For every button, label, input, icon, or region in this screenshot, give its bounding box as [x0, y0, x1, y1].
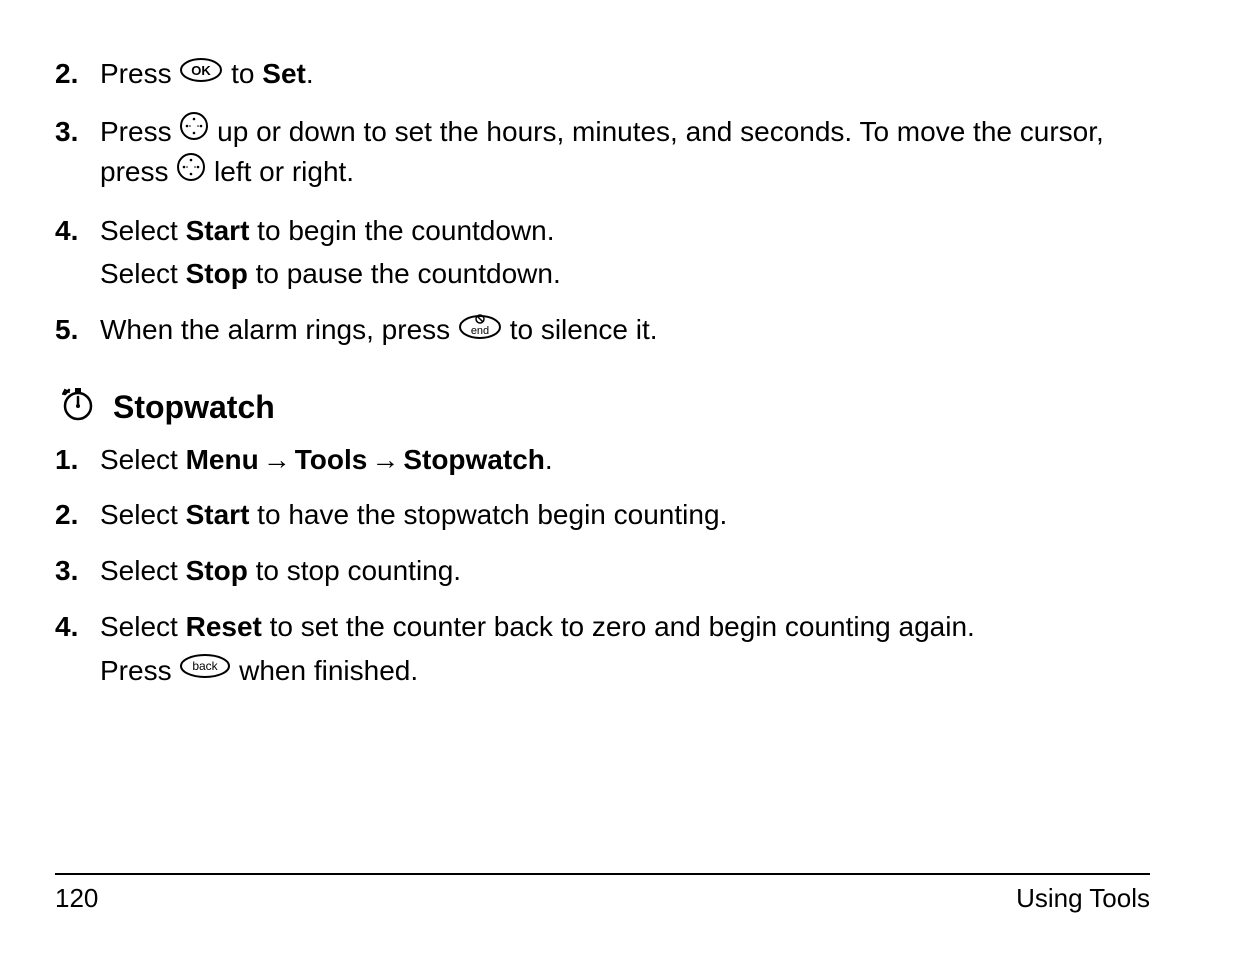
step-number: 5.	[55, 311, 100, 349]
instruction-step: 3.Press up or down to set the hours, min…	[55, 113, 1150, 200]
step-body: Press up or down to set the hours, minut…	[100, 113, 1150, 200]
instruction-step: 1.Select Menu→Tools→Stopwatch.	[55, 441, 1150, 485]
bold-term: Reset	[186, 611, 262, 642]
step-line: Select Start to have the stopwatch begin…	[100, 496, 1150, 534]
step-line: When the alarm rings, press end to silen…	[100, 311, 1150, 352]
bold-term: Stop	[186, 555, 248, 586]
step-body: Select Stop to stop counting.	[100, 552, 1150, 596]
svg-text:end: end	[471, 325, 489, 337]
step-body: When the alarm rings, press end to silen…	[100, 311, 1150, 358]
step-number: 4.	[55, 608, 100, 646]
instruction-step: 2.Press OK to Set.	[55, 55, 1150, 101]
bold-term: Menu	[186, 444, 259, 475]
manual-page: 2.Press OK to Set.3.Press up or down to …	[0, 0, 1235, 954]
step-body: Select Start to begin the countdown. Sele…	[100, 212, 1150, 300]
svg-text:back: back	[193, 659, 219, 673]
step-line: Press back when finished.	[100, 652, 1150, 692]
bold-term: Tools	[295, 444, 368, 475]
step-number: 4.	[55, 212, 100, 250]
step-body: Select Start to have the stopwatch begin…	[100, 496, 1150, 540]
arrow-icon: →	[367, 444, 403, 475]
nav-icon	[179, 111, 209, 151]
instruction-step: 4.Select Start to begin the countdown.Se…	[55, 212, 1150, 300]
page-footer: 120 Using Tools	[55, 873, 1150, 914]
instruction-list-countdown: 2.Press OK to Set.3.Press up or down to …	[55, 55, 1150, 358]
bold-term: Set	[262, 58, 306, 89]
instruction-list-stopwatch: 1.Select Menu→Tools→Stopwatch.2.Select S…	[55, 441, 1150, 698]
step-line: Press up or down to set the hours, minut…	[100, 113, 1150, 194]
step-number: 1.	[55, 441, 100, 479]
step-line: Select Start to begin the countdown.	[100, 212, 1150, 250]
bold-term: Stopwatch	[403, 444, 545, 475]
step-number: 2.	[55, 55, 100, 93]
instruction-step: 4.Select Reset to set the counter back t…	[55, 608, 1150, 697]
section-title: Stopwatch	[113, 389, 275, 426]
bold-term: Start	[186, 215, 250, 246]
page-number: 120	[55, 883, 98, 914]
bold-term: Stop	[186, 258, 248, 289]
footer-section-label: Using Tools	[1016, 883, 1150, 914]
back-icon: back	[179, 651, 231, 689]
step-number: 3.	[55, 552, 100, 590]
nav-icon	[176, 152, 206, 192]
instruction-step: 5.When the alarm rings, press end to sil…	[55, 311, 1150, 358]
step-number: 2.	[55, 496, 100, 534]
ok-icon: OK	[179, 55, 223, 93]
end-icon: end	[458, 310, 502, 350]
svg-text:OK: OK	[192, 63, 212, 78]
stopwatch-icon	[59, 384, 97, 427]
instruction-step: 2.Select Start to have the stopwatch beg…	[55, 496, 1150, 540]
step-body: Select Reset to set the counter back to …	[100, 608, 1150, 697]
arrow-icon: →	[259, 444, 295, 475]
bold-term: Start	[186, 499, 250, 530]
step-body: Press OK to Set.	[100, 55, 1150, 101]
section-heading-stopwatch: Stopwatch	[59, 386, 1150, 429]
step-body: Select Menu→Tools→Stopwatch.	[100, 441, 1150, 485]
step-line: Select Reset to set the counter back to …	[100, 608, 1150, 646]
step-line: Select Menu→Tools→Stopwatch.	[100, 441, 1150, 479]
step-line: Press OK to Set.	[100, 55, 1150, 95]
step-number: 3.	[55, 113, 100, 151]
step-line: Select Stop to stop counting.	[100, 552, 1150, 590]
step-line: Select Stop to pause the countdown.	[100, 255, 1150, 293]
instruction-step: 3.Select Stop to stop counting.	[55, 552, 1150, 596]
